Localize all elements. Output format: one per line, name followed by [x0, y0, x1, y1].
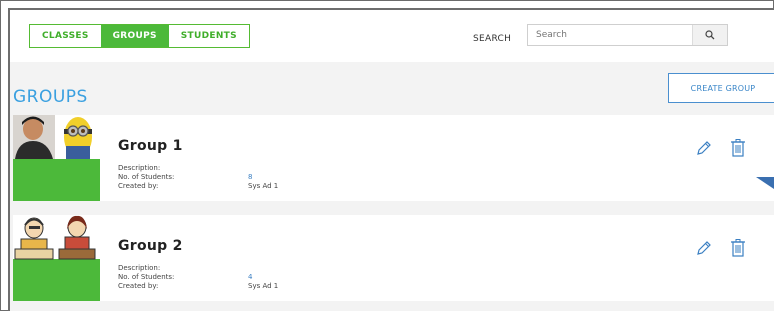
group-avatars-image — [13, 115, 100, 159]
group-name[interactable]: Group 2 — [118, 238, 183, 254]
app-viewport: CLASSES GROUPS STUDENTS SEARCH GROUPS CR… — [8, 8, 774, 311]
tab-group: CLASSES GROUPS STUDENTS — [29, 24, 250, 48]
create-group-button[interactable]: CREATE GROUP — [668, 73, 774, 103]
edit-icon[interactable] — [695, 239, 713, 257]
tab-students[interactable]: STUDENTS — [169, 25, 249, 47]
group-field-labels: Description: No. of Students: Created by… — [118, 264, 174, 291]
student-count-label: No. of Students: — [118, 273, 175, 281]
search-button[interactable] — [692, 25, 727, 45]
trash-icon[interactable] — [729, 138, 747, 158]
top-bar: CLASSES GROUPS STUDENTS SEARCH — [10, 10, 774, 62]
student-count-value[interactable]: 4 — [248, 273, 252, 282]
created-by-value: Sys Ad 1 — [248, 182, 279, 190]
search-icon — [705, 30, 715, 40]
tab-classes[interactable]: CLASSES — [30, 25, 101, 47]
student-count-value[interactable]: 8 — [248, 173, 252, 182]
created-by-label: Created by: — [118, 182, 159, 190]
tab-groups[interactable]: GROUPS — [100, 25, 169, 47]
description-label: Description: — [118, 164, 161, 172]
created-by-label: Created by: — [118, 282, 159, 290]
group-thumbnail — [13, 115, 100, 201]
page-title: GROUPS — [13, 87, 88, 107]
group-card[interactable]: Group 2 Description: No. of Students: Cr… — [13, 215, 774, 301]
group-name[interactable]: Group 1 — [118, 138, 183, 154]
group-field-labels: Description: No. of Students: Created by… — [118, 164, 174, 191]
search-label: SEARCH — [473, 34, 512, 44]
created-by-value: Sys Ad 1 — [248, 282, 279, 290]
search-input[interactable] — [528, 25, 692, 45]
group-avatars-image — [13, 215, 100, 260]
triangle-down-icon — [756, 177, 774, 189]
group-card[interactable]: Group 1 Description: No. of Students: Cr… — [13, 115, 774, 201]
edit-icon[interactable] — [695, 139, 713, 157]
group-thumbnail — [13, 215, 100, 301]
description-label: Description: — [118, 264, 161, 272]
search-box — [527, 24, 728, 46]
student-count-label: No. of Students: — [118, 173, 175, 181]
trash-icon[interactable] — [729, 238, 747, 258]
